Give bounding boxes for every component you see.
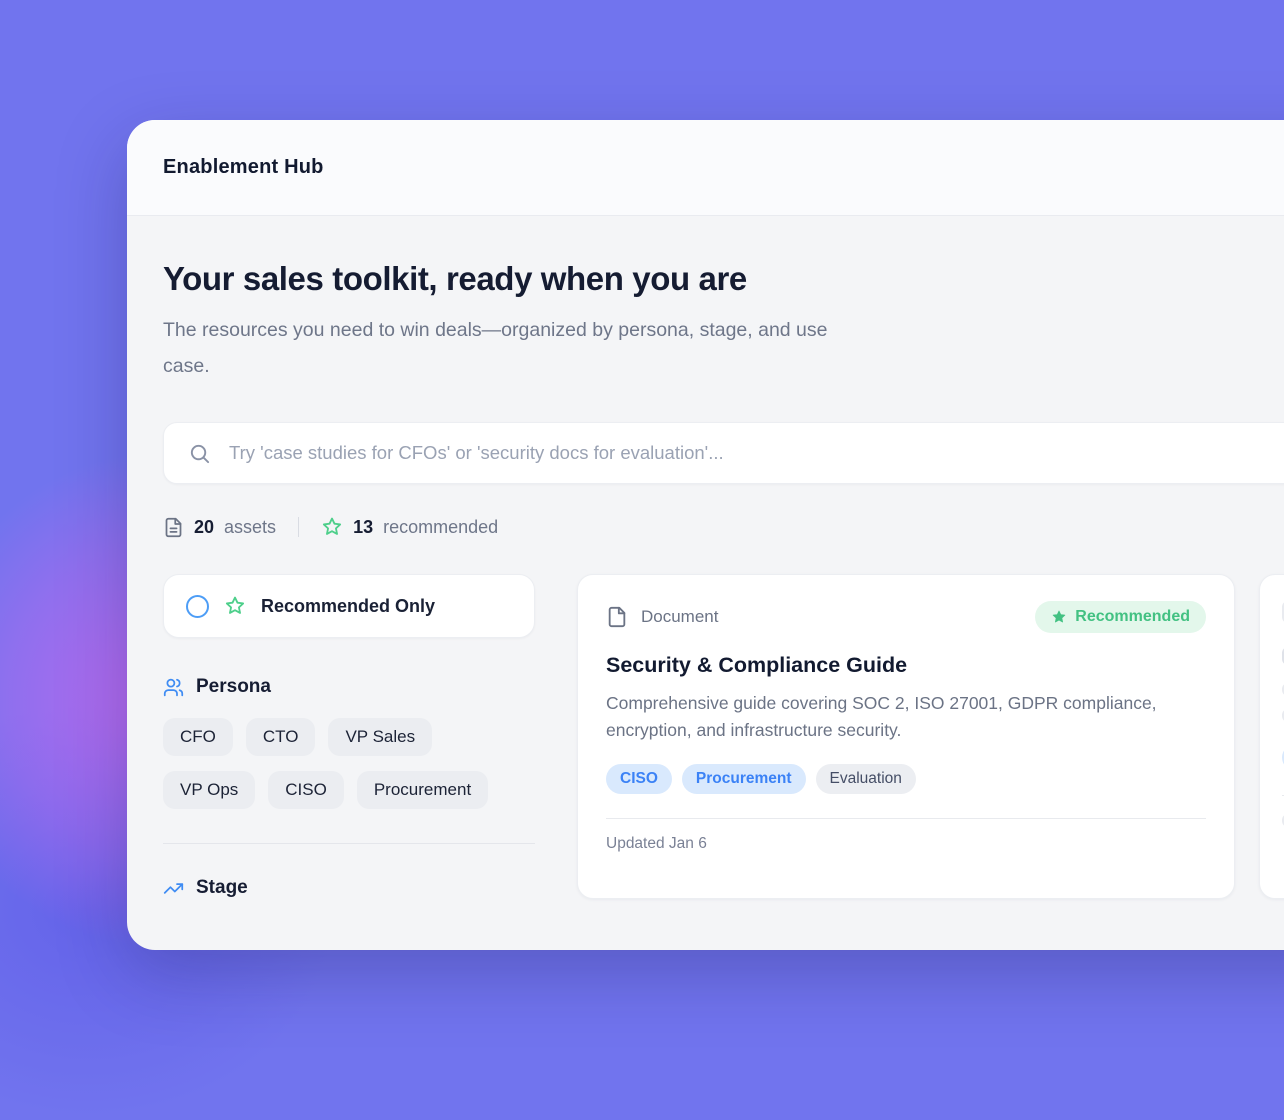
tag-procurement[interactable]: Procurement bbox=[682, 764, 806, 794]
file-icon bbox=[606, 606, 628, 628]
recommended-only-label: Recommended Only bbox=[261, 596, 435, 617]
card-type-label: Document bbox=[641, 607, 718, 627]
card-tags: CISO Procurement Evaluation bbox=[606, 764, 1206, 794]
star-icon bbox=[224, 595, 246, 617]
persona-chip-ciso[interactable]: CISO bbox=[268, 771, 344, 809]
card-title: Security & Compliance Guide bbox=[606, 653, 1206, 678]
asset-cards: Document Recommended Security & Complian… bbox=[577, 574, 1284, 899]
document-icon bbox=[163, 517, 184, 538]
users-icon bbox=[163, 677, 184, 698]
trending-up-icon bbox=[163, 878, 184, 899]
recommended-only-toggle[interactable]: Recommended Only bbox=[163, 574, 535, 638]
search-input[interactable] bbox=[227, 441, 1284, 465]
card-description: Comprehensive guide covering SOC 2, ISO … bbox=[606, 690, 1166, 744]
app-title: Enablement Hub bbox=[163, 156, 324, 179]
star-icon bbox=[321, 516, 343, 538]
persona-chip-procurement[interactable]: Procurement bbox=[357, 771, 488, 809]
search-bar[interactable] bbox=[163, 422, 1284, 484]
app-header: Enablement Hub bbox=[127, 120, 1284, 216]
persona-chip-cfo[interactable]: CFO bbox=[163, 718, 233, 756]
card-type: Document bbox=[606, 606, 718, 628]
persona-label: Persona bbox=[196, 676, 271, 698]
recommended-label: recommended bbox=[383, 517, 498, 538]
recommended-stat: 13 recommended bbox=[321, 516, 498, 538]
main-content: Your sales toolkit, ready when you are T… bbox=[127, 216, 1284, 899]
page-title: Your sales toolkit, ready when you are bbox=[163, 260, 1284, 298]
asset-card[interactable]: Document Recommended Security & Complian… bbox=[577, 574, 1235, 899]
assets-label: assets bbox=[224, 517, 276, 538]
radio-circle-icon[interactable] bbox=[186, 595, 209, 618]
sidebar-divider bbox=[163, 843, 535, 844]
persona-chip-cto[interactable]: CTO bbox=[246, 718, 316, 756]
card-divider bbox=[606, 818, 1206, 819]
filters-sidebar: Recommended Only Persona CFO bbox=[163, 574, 535, 899]
tag-evaluation[interactable]: Evaluation bbox=[816, 764, 916, 794]
card-header-row: Document Recommended bbox=[606, 601, 1206, 633]
assets-count: 20 bbox=[194, 517, 214, 538]
persona-chip-vp-ops[interactable]: VP Ops bbox=[163, 771, 255, 809]
badge-label: Recommended bbox=[1075, 608, 1190, 626]
recommended-badge: Recommended bbox=[1035, 601, 1206, 633]
assets-stat: 20 assets bbox=[163, 517, 276, 538]
enablement-hub-window: Enablement Hub Your sales toolkit, ready… bbox=[127, 120, 1284, 950]
tag-ciso[interactable]: CISO bbox=[606, 764, 672, 794]
page-subtitle: The resources you need to win deals—orga… bbox=[163, 312, 843, 384]
persona-section-heading: Persona bbox=[163, 676, 535, 698]
asset-card-partial[interactable] bbox=[1259, 574, 1284, 899]
content-row: Recommended Only Persona CFO bbox=[163, 574, 1284, 899]
stats-divider bbox=[298, 517, 299, 537]
star-filled-icon bbox=[1051, 609, 1067, 625]
recommended-count: 13 bbox=[353, 517, 373, 538]
persona-chips: CFO CTO VP Sales VP Ops CISO Procurement bbox=[163, 718, 535, 809]
search-icon bbox=[188, 442, 211, 465]
persona-chip-vp-sales[interactable]: VP Sales bbox=[328, 718, 432, 756]
card-updated: Updated Jan 6 bbox=[606, 835, 1206, 853]
stats-row: 20 assets 13 recommended bbox=[163, 516, 1284, 538]
